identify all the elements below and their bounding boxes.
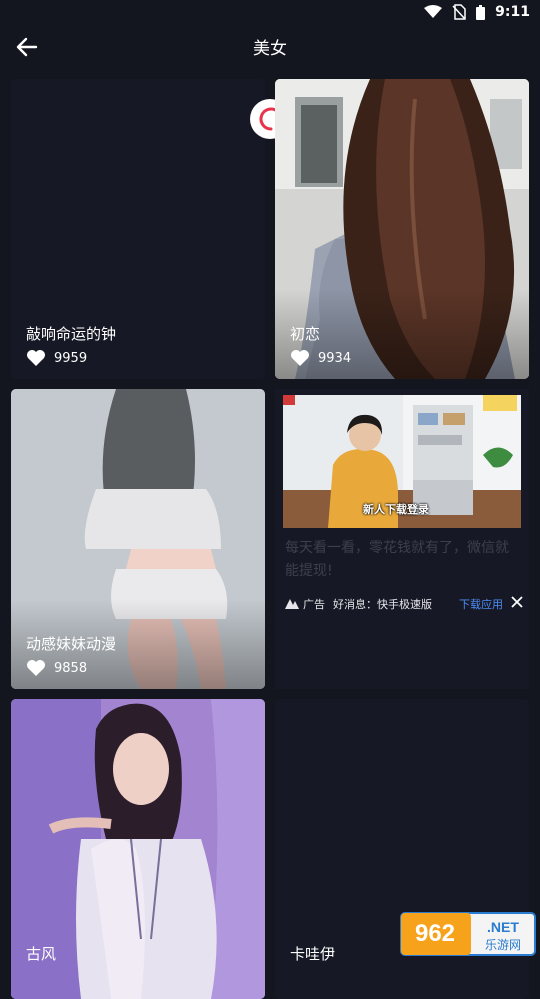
ad-meta-row: 广告 好消息：快手极速版 下载应用 xyxy=(285,596,521,612)
card-title: 敲响命运的钟 xyxy=(26,325,117,343)
wifi-icon xyxy=(424,5,443,18)
ad-image[interactable]: 新人下载登录 xyxy=(283,395,521,528)
card-title: 初恋 xyxy=(290,325,321,343)
heart-icon[interactable] xyxy=(26,659,46,677)
ad-card[interactable]: 新人下载登录 每天看一看，零花钱就有了，微信就能提现! 广告 好消息：快手极速版… xyxy=(275,389,529,689)
video-card[interactable]: 敲响命运的钟 9959 xyxy=(11,79,265,379)
card-title: 动感妹妹动漫 xyxy=(26,635,117,653)
status-bar: 9:11 xyxy=(0,0,540,24)
video-card[interactable]: 初恋 9934 xyxy=(275,79,529,379)
watermark-number: 962 xyxy=(415,920,455,947)
watermark-text: 乐游网 xyxy=(485,938,521,952)
status-time: 9:11 xyxy=(495,4,530,20)
like-count: 9858 xyxy=(26,659,87,677)
like-count: 9959 xyxy=(26,349,87,367)
ad-source: 好消息：快手极速版 xyxy=(333,598,432,611)
ad-image-caption: 新人下载登录 xyxy=(363,503,429,516)
site-watermark: 962 .NET 乐游网 xyxy=(399,911,537,957)
heart-icon[interactable] xyxy=(290,349,310,367)
like-count-value: 9858 xyxy=(54,660,88,676)
close-icon[interactable] xyxy=(511,596,523,608)
download-app-link[interactable]: 下载应用 xyxy=(459,596,503,612)
ad-label: 广告 xyxy=(303,598,325,611)
status-icons: 9:11 xyxy=(424,3,530,21)
battery-icon xyxy=(476,4,486,20)
video-card[interactable]: 古风 xyxy=(11,699,265,999)
ad-logo-icon xyxy=(285,599,299,609)
like-count-value: 9934 xyxy=(318,350,352,366)
ad-description: 每天看一看，零花钱就有了，微信就能提现! xyxy=(285,540,509,579)
card-title: 卡哇伊 xyxy=(290,945,336,963)
video-card[interactable]: 动感妹妹动漫 9858 xyxy=(11,389,265,689)
like-count: 9934 xyxy=(290,349,351,367)
like-count-value: 9959 xyxy=(54,350,88,366)
watermark-domain: .NET xyxy=(487,919,519,935)
page-title: 美女 xyxy=(253,39,287,59)
no-sim-icon xyxy=(452,4,466,20)
heart-icon[interactable] xyxy=(26,349,46,367)
card-title: 古风 xyxy=(26,945,57,963)
watermark-logo: 962 .NET 乐游网 xyxy=(400,912,536,956)
app-header: 美女 xyxy=(0,24,540,70)
